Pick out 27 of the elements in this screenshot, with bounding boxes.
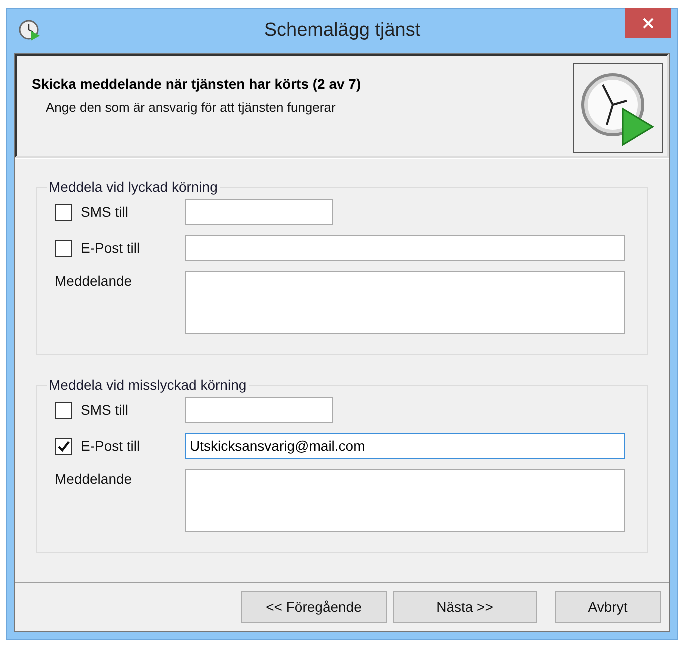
group-title: Meddela vid lyckad körning	[48, 179, 219, 195]
step-title: Skicka meddelande när tjänsten har körts (2 av 7)	[32, 76, 362, 92]
message-field[interactable]	[185, 469, 625, 532]
back-button[interactable]: << Föregående	[241, 591, 387, 623]
window-title: Schemalägg tjänst	[263, 20, 422, 42]
next-button[interactable]: Nästa >>	[393, 591, 537, 623]
clock-icon	[19, 20, 41, 42]
checkbox[interactable]	[55, 204, 72, 220]
message-label: Meddelande	[55, 470, 134, 489]
sms-field[interactable]	[185, 199, 333, 225]
email-label: E-Post till	[81, 438, 140, 454]
email-field[interactable]: Utskicksansvarig@mail.com	[185, 433, 625, 459]
cancel-button[interactable]: Avbryt	[555, 591, 661, 623]
checkbox[interactable]	[55, 240, 72, 256]
group-title: Meddela vid misslyckad körning	[48, 377, 248, 393]
step-description: Ange den som är ansvarig för att tjänsten fungerar	[45, 100, 337, 115]
email-label: E-Post till	[81, 240, 140, 256]
sms-label: SMS till	[81, 402, 128, 418]
close-button[interactable]	[625, 8, 671, 38]
message-label: Meddelande	[55, 272, 134, 291]
checkbox[interactable]	[55, 438, 72, 454]
email-field[interactable]	[185, 235, 625, 261]
sms-label: SMS till	[81, 204, 128, 220]
checkbox[interactable]	[55, 402, 72, 418]
message-field[interactable]	[185, 271, 625, 334]
sms-field[interactable]	[185, 397, 333, 423]
close-icon	[642, 18, 654, 28]
